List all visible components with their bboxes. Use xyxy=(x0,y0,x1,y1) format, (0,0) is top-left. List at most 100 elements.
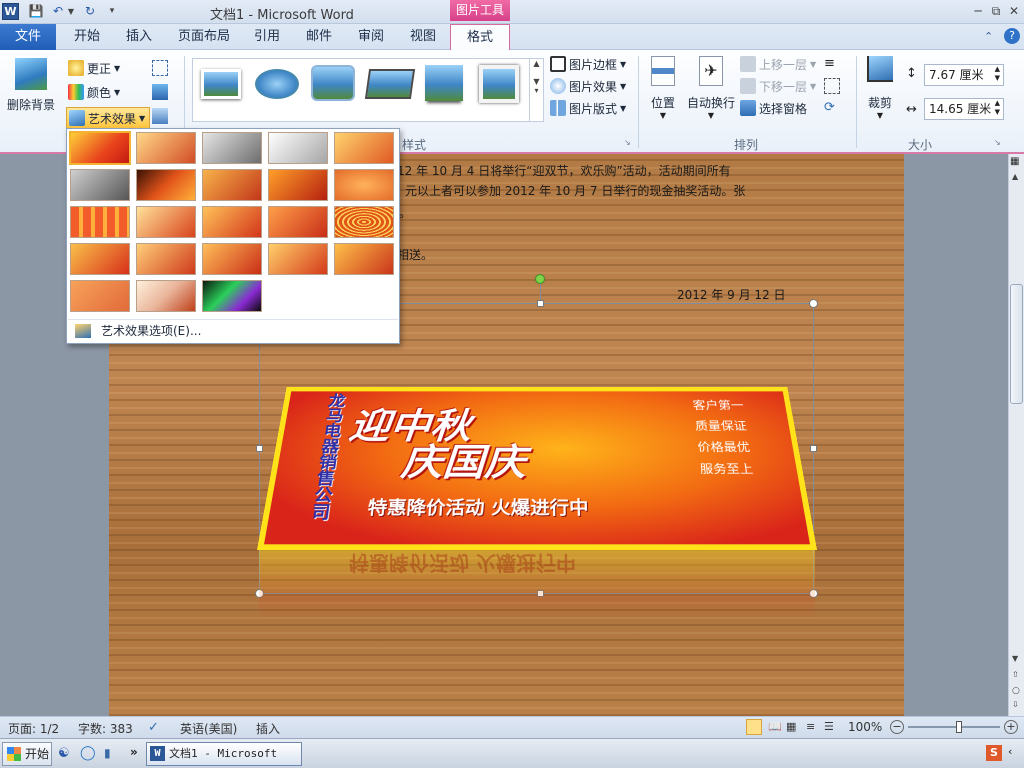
artistic-effect-thumb[interactable] xyxy=(334,243,394,275)
corrections-button[interactable]: 更正 ▼ xyxy=(68,58,120,78)
redo-icon[interactable]: ↻ xyxy=(82,3,98,19)
draft-view-icon[interactable]: ☰ xyxy=(824,720,834,733)
tab-page-layout[interactable]: 页面布局 xyxy=(174,24,234,50)
customize-qat-icon[interactable]: ▾ xyxy=(104,3,120,19)
artistic-effect-thumb[interactable] xyxy=(268,169,328,201)
zoom-level[interactable]: 100% xyxy=(848,720,882,734)
zoom-in-icon[interactable]: + xyxy=(1004,720,1018,734)
tab-review[interactable]: 审阅 xyxy=(354,24,388,50)
artistic-effect-thumb[interactable] xyxy=(70,280,130,312)
next-page-icon[interactable]: ⇩ xyxy=(1012,700,1019,709)
artistic-effect-thumb[interactable] xyxy=(136,280,196,312)
wrap-text-button[interactable]: ✈ 自动换行 ▼ xyxy=(684,56,738,120)
style-thumb[interactable] xyxy=(425,65,463,101)
outline-view-icon[interactable]: ≡ xyxy=(806,720,815,733)
resize-handle[interactable] xyxy=(810,445,817,452)
restore-icon[interactable]: ⧉ xyxy=(988,3,1004,19)
proofing-icon[interactable]: ✓ xyxy=(148,720,159,735)
resize-handle[interactable] xyxy=(256,445,263,452)
close-icon[interactable]: ✕ xyxy=(1006,3,1022,19)
picture-border-button[interactable]: 图片边框 ▼ xyxy=(550,54,626,74)
body-text-line[interactable]: 。 xyxy=(399,204,411,221)
minimize-icon[interactable]: ─ xyxy=(970,3,986,19)
style-thumb[interactable] xyxy=(479,65,519,103)
artistic-effect-thumb[interactable] xyxy=(69,131,131,165)
artistic-effect-thumb[interactable] xyxy=(268,132,328,164)
full-screen-reading-view-icon[interactable]: 📖 xyxy=(768,720,782,733)
word-app-icon[interactable]: W xyxy=(2,3,19,20)
scroll-down-icon[interactable]: ▼ xyxy=(1012,654,1018,663)
group-objects-icon[interactable] xyxy=(824,78,840,94)
undo-icon[interactable]: ↶ xyxy=(50,3,66,19)
resize-handle[interactable] xyxy=(809,299,818,308)
style-thumb[interactable] xyxy=(311,65,355,101)
artistic-effect-thumb[interactable] xyxy=(70,169,130,201)
artistic-effect-thumb[interactable] xyxy=(334,169,394,201)
tray-expand-icon[interactable]: ‹ xyxy=(1008,745,1012,758)
page-count[interactable]: 页面: 1/2 xyxy=(8,720,59,737)
taskbar-word-window[interactable]: W 文档1 - Microsoft Word xyxy=(146,742,302,766)
artistic-effect-thumb[interactable] xyxy=(136,206,196,238)
insert-mode-indicator[interactable]: 插入 xyxy=(256,720,280,737)
resize-handle[interactable] xyxy=(537,300,544,307)
ruler-toggle-icon[interactable]: ▦ xyxy=(1010,156,1019,167)
artistic-effects-button[interactable]: 艺术效果 ▼ xyxy=(66,107,150,129)
previous-page-icon[interactable]: ⇧ xyxy=(1012,670,1019,679)
picture-styles-gallery[interactable]: ▲ ▼ ▾ xyxy=(192,58,544,122)
zoom-out-icon[interactable]: − xyxy=(890,720,904,734)
reset-picture-icon[interactable] xyxy=(152,108,168,124)
save-icon[interactable]: 💾 xyxy=(28,3,44,19)
remove-background-button[interactable]: 删除背景 xyxy=(6,58,56,113)
tab-home[interactable]: 开始 xyxy=(70,24,104,50)
style-thumb[interactable] xyxy=(201,69,241,99)
dialog-launcher-icon[interactable]: ↘ xyxy=(624,138,631,147)
quicklaunch-more-icon[interactable]: » xyxy=(130,745,138,759)
artistic-effect-thumb[interactable] xyxy=(334,206,394,238)
undo-dropdown-icon[interactable]: ▼ xyxy=(66,3,76,19)
tray-app-icon[interactable]: S xyxy=(986,745,1002,761)
artistic-effect-thumb[interactable] xyxy=(202,280,262,312)
scroll-up-icon[interactable]: ▲ xyxy=(1012,172,1018,181)
zoom-slider-track[interactable] xyxy=(908,726,1000,728)
vertical-scrollbar[interactable]: ▦ ▲ ▼ ⇧ ○ ⇩ xyxy=(1008,154,1024,716)
minimize-ribbon-icon[interactable]: ⌃ xyxy=(984,30,993,43)
gallery-scroll[interactable]: ▲ ▼ ▾ xyxy=(529,59,543,121)
change-picture-icon[interactable] xyxy=(152,84,168,100)
crop-button[interactable]: 裁剪 ▼ xyxy=(862,56,898,120)
start-button[interactable]: 开始 xyxy=(2,742,52,766)
print-layout-view-icon[interactable] xyxy=(746,719,762,735)
picture-layout-button[interactable]: 图片版式 ▼ xyxy=(550,98,626,118)
tab-mailings[interactable]: 邮件 xyxy=(302,24,336,50)
browse-object-icon[interactable]: ○ xyxy=(1012,686,1020,696)
shape-width-input[interactable]: 14.65 厘米 ▲ ▼ xyxy=(924,98,1004,120)
word-count[interactable]: 字数: 383 xyxy=(78,720,133,737)
artistic-effect-thumb[interactable] xyxy=(70,243,130,275)
tab-references[interactable]: 引用 xyxy=(250,24,284,50)
artistic-effect-thumb[interactable] xyxy=(202,132,262,164)
artistic-effect-thumb[interactable] xyxy=(70,206,130,238)
artistic-effect-thumb[interactable] xyxy=(202,243,262,275)
bring-forward-button[interactable]: 上移一层 ▼ xyxy=(740,54,816,74)
zoom-slider-thumb[interactable] xyxy=(955,721,962,733)
date-line[interactable]: 2012 年 9 月 12 日 xyxy=(677,286,786,303)
tab-view[interactable]: 视图 xyxy=(406,24,440,50)
rotate-handle[interactable] xyxy=(535,274,545,284)
style-thumb[interactable] xyxy=(255,69,299,99)
selection-pane-button[interactable]: 选择窗格 xyxy=(740,98,807,118)
artistic-effect-thumb[interactable] xyxy=(202,206,262,238)
tab-file[interactable]: 文件 xyxy=(0,24,56,50)
internet-explorer-icon[interactable]: ◯ xyxy=(80,745,96,761)
color-button[interactable]: 颜色 ▼ xyxy=(68,82,120,102)
artistic-effect-thumb[interactable] xyxy=(268,206,328,238)
artistic-effects-options-item[interactable]: 艺术效果选项(E)... xyxy=(68,319,398,341)
compress-pictures-icon[interactable] xyxy=(152,60,168,76)
size-dialog-launcher-icon[interactable]: ↘ xyxy=(994,138,1001,147)
body-text-line[interactable]: 12 年 10 月 4 日将举行“迎双节，欢乐购”活动，活动期间所有 xyxy=(397,162,731,179)
shape-height-input[interactable]: 7.67 厘米 ▲ ▼ xyxy=(924,64,1004,86)
position-button[interactable]: 位置 ▼ xyxy=(646,56,680,120)
artistic-effect-thumb[interactable] xyxy=(136,243,196,275)
help-icon[interactable]: ? xyxy=(1004,28,1020,44)
picture-effects-button[interactable]: 图片效果 ▼ xyxy=(550,76,626,96)
artistic-effect-thumb[interactable] xyxy=(136,169,196,201)
promotion-banner-picture[interactable]: 迎中秋 庆国庆 特惠降价活动 火爆进行中 龙马电器销售公司 客户第一 质量保证 … xyxy=(257,386,817,550)
